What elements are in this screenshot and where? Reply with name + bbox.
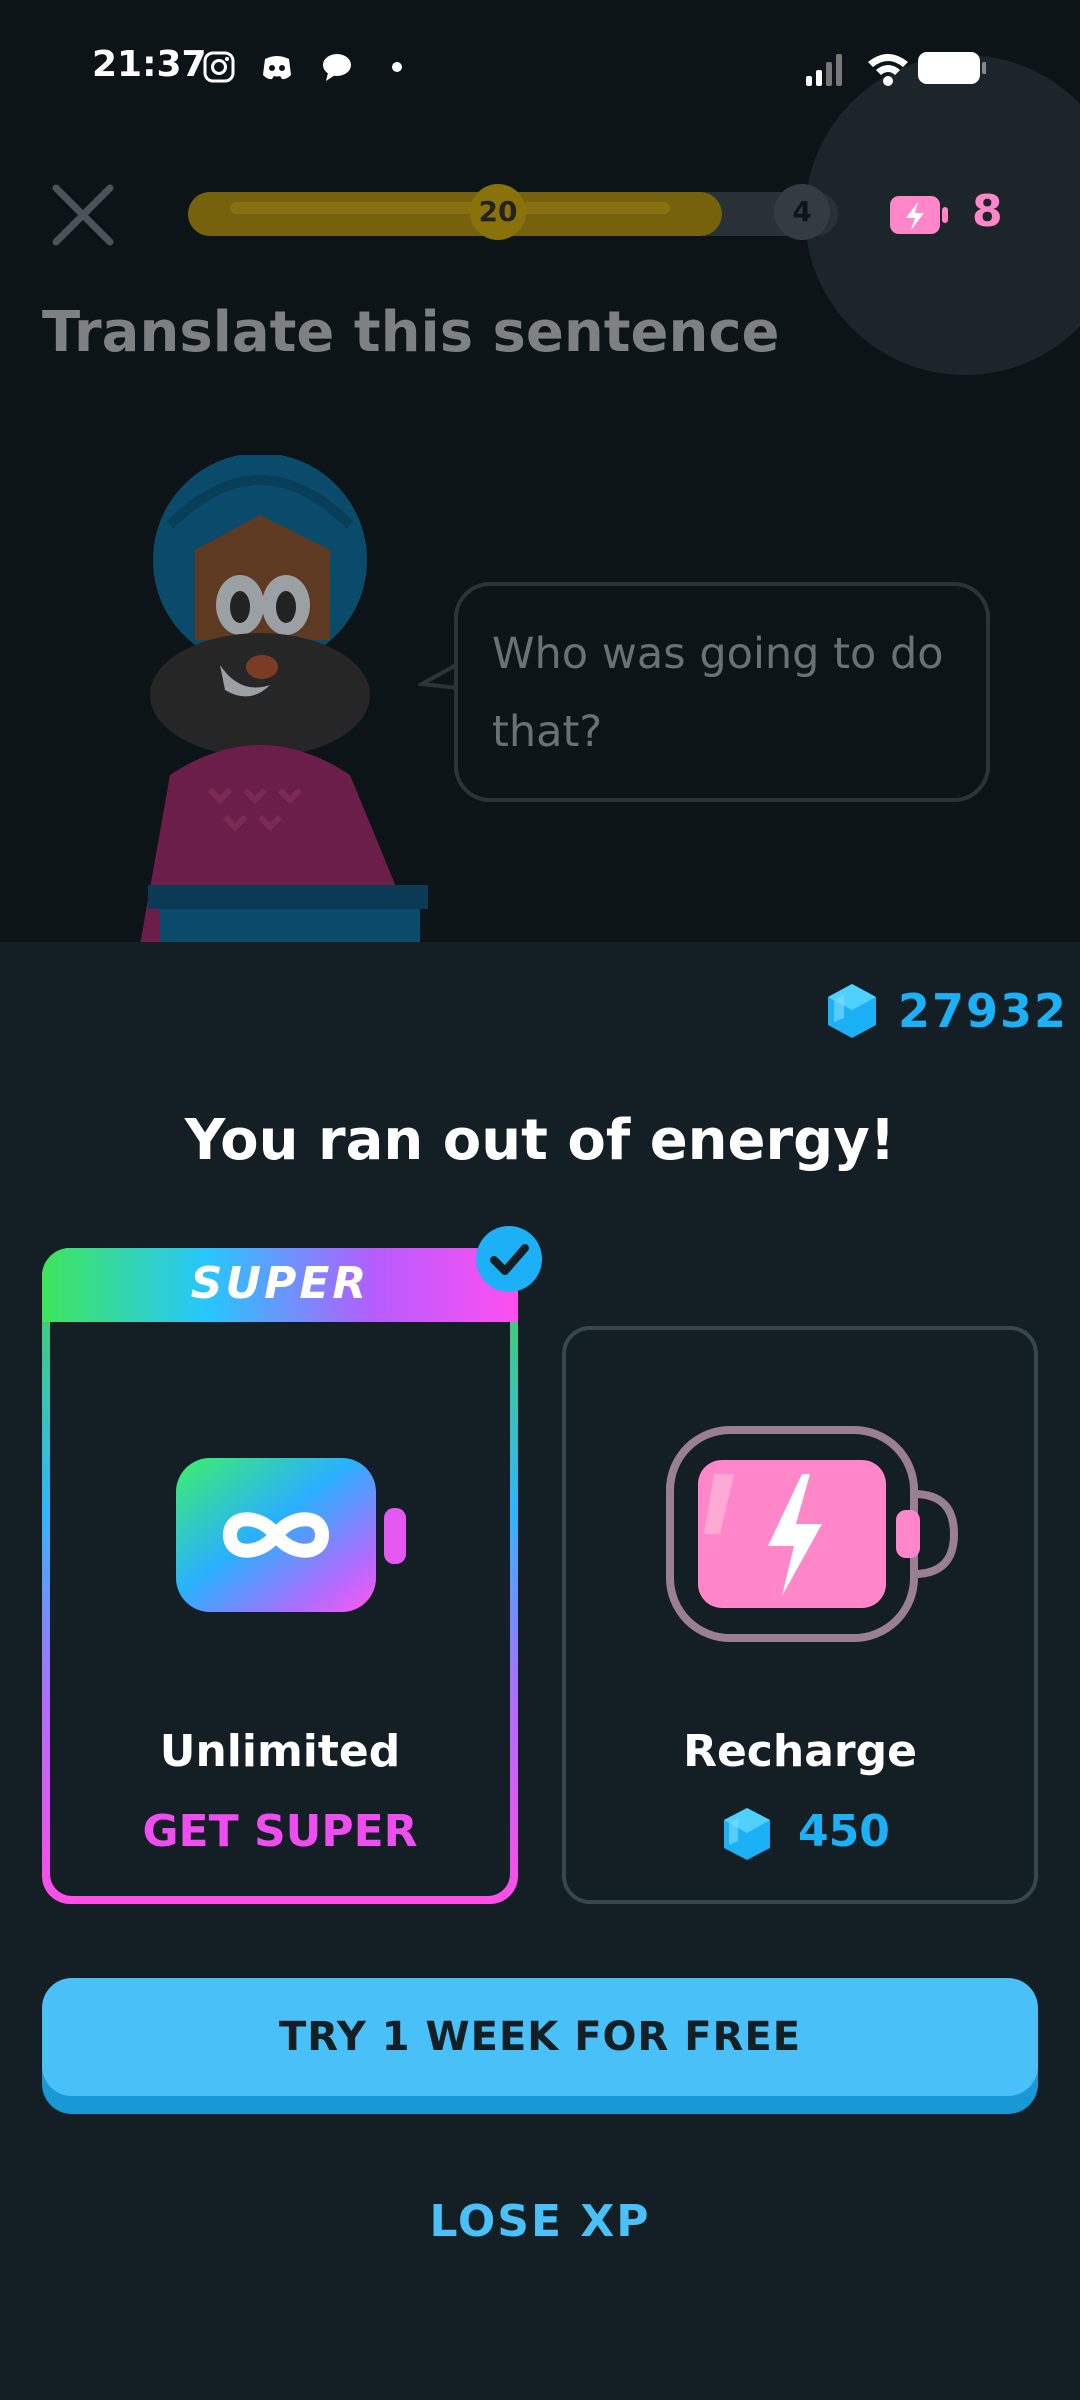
energy-battery-icon	[890, 196, 948, 234]
gem-balance: 27932	[898, 984, 1069, 1038]
battery-icon	[918, 52, 986, 84]
dot-icon	[392, 62, 402, 72]
discord-icon	[263, 56, 291, 80]
progress-shine	[230, 202, 670, 214]
try-free-week-button[interactable]: TRY 1 WEEK FOR FREE	[42, 1978, 1038, 2096]
close-icon[interactable]	[50, 182, 116, 248]
wifi-icon	[868, 54, 908, 86]
chat-icon	[323, 54, 351, 81]
recharge-cost: 450	[798, 1806, 890, 1857]
character-illustration	[140, 455, 428, 942]
recharge-battery-icon	[666, 1426, 959, 1642]
signal-icon	[806, 54, 842, 86]
status-bar: 21:37	[0, 0, 1080, 120]
selected-check-icon	[476, 1226, 542, 1292]
get-super-link[interactable]: GET SUPER	[42, 1806, 518, 1857]
gem-icon	[724, 1808, 770, 1860]
speech-bubble-tail	[418, 662, 458, 690]
prompt-title: Translate this sentence	[42, 300, 780, 365]
progress-milestone-next: 4	[774, 184, 830, 240]
lesson-background: 21:37 20 4 8 Translate this sentence Who…	[0, 0, 1080, 942]
instagram-icon	[203, 51, 235, 83]
sheet-title: You ran out of energy!	[184, 1108, 896, 1173]
lesson-progress-fill	[188, 192, 722, 236]
super-card-label: Unlimited	[159, 1726, 401, 1777]
speech-text: Who was going to do that?	[492, 629, 944, 757]
signal-wifi-battery	[806, 52, 986, 86]
gem-icon	[828, 984, 876, 1038]
infinite-energy-icon	[176, 1458, 406, 1612]
energy-count: 8	[972, 186, 1003, 237]
super-banner-text: SUPER	[190, 1258, 370, 1309]
status-time: 21:37	[92, 44, 207, 85]
lose-xp-button[interactable]: LOSE XP	[0, 2196, 1080, 2247]
recharge-card-label: Recharge	[683, 1726, 917, 1777]
progress-milestone-current: 20	[470, 184, 526, 240]
